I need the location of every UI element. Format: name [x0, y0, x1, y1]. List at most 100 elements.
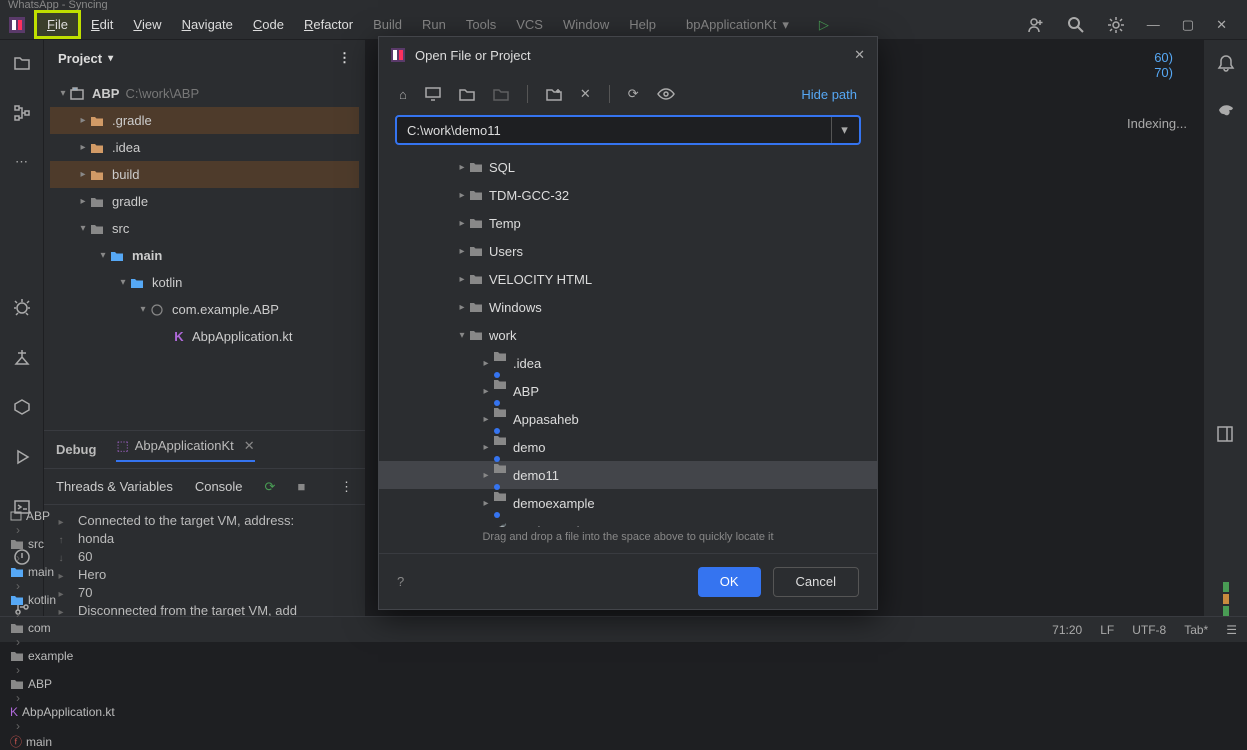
- desktop-icon[interactable]: [425, 87, 441, 101]
- breadcrumb-item[interactable]: com: [10, 621, 115, 635]
- module-dir-icon[interactable]: [493, 87, 509, 101]
- project-dir-icon[interactable]: [459, 87, 475, 101]
- structure-tool-icon[interactable]: [13, 104, 31, 122]
- breadcrumb-item[interactable]: src: [10, 537, 115, 551]
- new-folder-icon[interactable]: [546, 87, 562, 101]
- menu-tools[interactable]: Tools: [456, 10, 506, 39]
- menu-run[interactable]: Run: [412, 10, 456, 39]
- menu-code[interactable]: Code: [243, 10, 294, 39]
- add-user-icon[interactable]: [1027, 16, 1045, 34]
- project-root[interactable]: ▾ ABP C:\work\ABP: [50, 80, 359, 107]
- debug-runconfig-tab[interactable]: ⬚ AbpApplicationKt ✕: [116, 438, 254, 462]
- rerun-icon[interactable]: ⟳: [265, 479, 276, 495]
- debug-kebab-icon[interactable]: ⋮: [340, 479, 353, 495]
- dialog-item-demoexample[interactable]: ▸demoexample: [391, 489, 865, 517]
- dialog-item-ABP[interactable]: ▸ABP: [391, 377, 865, 405]
- dialog-item-SQL[interactable]: ▸SQL: [391, 153, 865, 181]
- dialog-title-text: Open File or Project: [415, 48, 531, 63]
- path-input[interactable]: [395, 115, 861, 145]
- show-hidden-icon[interactable]: [657, 87, 675, 101]
- breadcrumb-item[interactable]: ⓕ main: [10, 733, 115, 750]
- tree-item-main[interactable]: ▾main: [50, 242, 359, 269]
- run-icon[interactable]: ▷: [819, 17, 829, 33]
- dialog-close-icon[interactable]: ✕: [854, 47, 865, 63]
- tree-item-AbpApplication-kt[interactable]: KAbpApplication.kt: [50, 323, 359, 350]
- tree-item-kotlin[interactable]: ▾kotlin: [50, 269, 359, 296]
- tree-item--gradle[interactable]: ▸.gradle: [50, 107, 359, 134]
- delete-icon[interactable]: ✕: [580, 86, 591, 102]
- status-indent[interactable]: Tab*: [1184, 623, 1208, 637]
- breadcrumb-item[interactable]: ABP: [10, 677, 115, 691]
- search-icon[interactable]: [1067, 16, 1085, 34]
- close-tab-icon[interactable]: ✕: [244, 438, 255, 454]
- dialog-item-Windows[interactable]: ▸Windows: [391, 293, 865, 321]
- menu-edit[interactable]: Edit: [81, 10, 123, 39]
- breadcrumb-item[interactable]: example: [10, 649, 115, 663]
- tree-item--idea[interactable]: ▸.idea: [50, 134, 359, 161]
- app-logo-icon: [8, 16, 26, 34]
- menu-file[interactable]: File: [34, 10, 81, 39]
- gradle-tool-icon[interactable]: [1216, 98, 1236, 118]
- build-tool-icon[interactable]: [13, 348, 31, 366]
- status-lineend[interactable]: LF: [1100, 623, 1114, 637]
- status-encoding[interactable]: UTF-8: [1132, 623, 1166, 637]
- dialog-item-demo11[interactable]: ▸demo11: [379, 461, 877, 489]
- cancel-button[interactable]: Cancel: [773, 567, 859, 597]
- menu-refactor[interactable]: Refactor: [294, 10, 363, 39]
- dialog-item-TDM-GCC-32[interactable]: ▸TDM-GCC-32: [391, 181, 865, 209]
- status-cursor: 71:20: [1052, 623, 1082, 637]
- reader-mode-icon[interactable]: ☰: [1226, 623, 1237, 637]
- notifications-icon[interactable]: [1217, 54, 1235, 72]
- maximize-icon[interactable]: ▢: [1182, 17, 1194, 33]
- menu-navigate[interactable]: Navigate: [172, 10, 243, 39]
- project-tree[interactable]: ▾ ABP C:\work\ABP ▸.gradle▸.idea▸build▸g…: [44, 76, 365, 430]
- dialog-item--idea[interactable]: ▸.idea: [391, 349, 865, 377]
- breadcrumb-item[interactable]: ABP: [10, 509, 115, 523]
- stop-icon[interactable]: ■: [297, 479, 305, 494]
- debug-tab[interactable]: Debug: [56, 442, 96, 457]
- services-tool-icon[interactable]: [13, 398, 31, 416]
- more-tool-icon[interactable]: ⋯: [15, 154, 28, 170]
- minimize-icon[interactable]: —: [1147, 17, 1160, 32]
- os-titlebar: WhatsApp - Syncing: [0, 0, 1247, 10]
- dialog-item-VELOCITY-HTML[interactable]: ▸VELOCITY HTML: [391, 265, 865, 293]
- menu-view[interactable]: View: [123, 10, 171, 39]
- menu-help[interactable]: Help: [619, 10, 666, 39]
- run-config-selector[interactable]: bpApplicationKt: [686, 17, 776, 32]
- close-window-icon[interactable]: ✕: [1216, 17, 1227, 33]
- run-tool-icon[interactable]: [13, 448, 31, 466]
- refresh-icon[interactable]: ⟳: [628, 86, 639, 102]
- settings-icon[interactable]: [1107, 16, 1125, 34]
- breadcrumb-item[interactable]: main: [10, 565, 115, 579]
- breadcrumb-bar: ABP› src› main› kotlin› com› example› AB…: [0, 616, 1247, 642]
- hide-path-link[interactable]: Hide path: [801, 87, 857, 102]
- breadcrumb-item[interactable]: K AbpApplication.kt: [10, 705, 115, 719]
- help-icon[interactable]: ?: [397, 574, 404, 589]
- dialog-file-tree[interactable]: ▸SQL▸TDM-GCC-32▸Temp▸Users▸VELOCITY HTML…: [379, 145, 877, 527]
- menu-build[interactable]: Build: [363, 10, 412, 39]
- home-icon[interactable]: ⌂: [399, 87, 407, 102]
- code-fragment-2: 70): [1154, 65, 1173, 80]
- project-tool-icon[interactable]: [13, 54, 31, 72]
- tree-item-src[interactable]: ▾src: [50, 215, 359, 242]
- project-panel-header[interactable]: Project▾ ⋮: [44, 40, 365, 76]
- debug-tool-icon[interactable]: [13, 298, 31, 316]
- project-panel-kebab-icon[interactable]: ⋮: [338, 50, 351, 66]
- menu-window[interactable]: Window: [553, 10, 619, 39]
- breadcrumb-item[interactable]: kotlin: [10, 593, 115, 607]
- tree-item-com-example-ABP[interactable]: ▾com.example.ABP: [50, 296, 359, 323]
- dialog-item-Temp[interactable]: ▸Temp: [391, 209, 865, 237]
- menu-vcs[interactable]: VCS: [506, 10, 553, 39]
- console-tab[interactable]: Console: [195, 479, 243, 494]
- tree-item-build[interactable]: ▸build: [50, 161, 359, 188]
- dialog-item-Appasaheb[interactable]: ▸Appasaheb: [391, 405, 865, 433]
- tree-item-gradle[interactable]: ▸gradle: [50, 188, 359, 215]
- dialog-item-Users[interactable]: ▸Users: [391, 237, 865, 265]
- dialog-item-demo[interactable]: ▸demo: [391, 433, 865, 461]
- layout-icon[interactable]: [1217, 426, 1233, 442]
- threads-vars-tab[interactable]: Threads & Variables: [56, 479, 173, 494]
- ok-button[interactable]: OK: [698, 567, 761, 597]
- dialog-item-Mockmate-java[interactable]: ☕Mockmate.java: [391, 517, 865, 527]
- dialog-item-work[interactable]: ▾work: [391, 321, 865, 349]
- path-dropdown-icon[interactable]: ▾: [831, 117, 857, 143]
